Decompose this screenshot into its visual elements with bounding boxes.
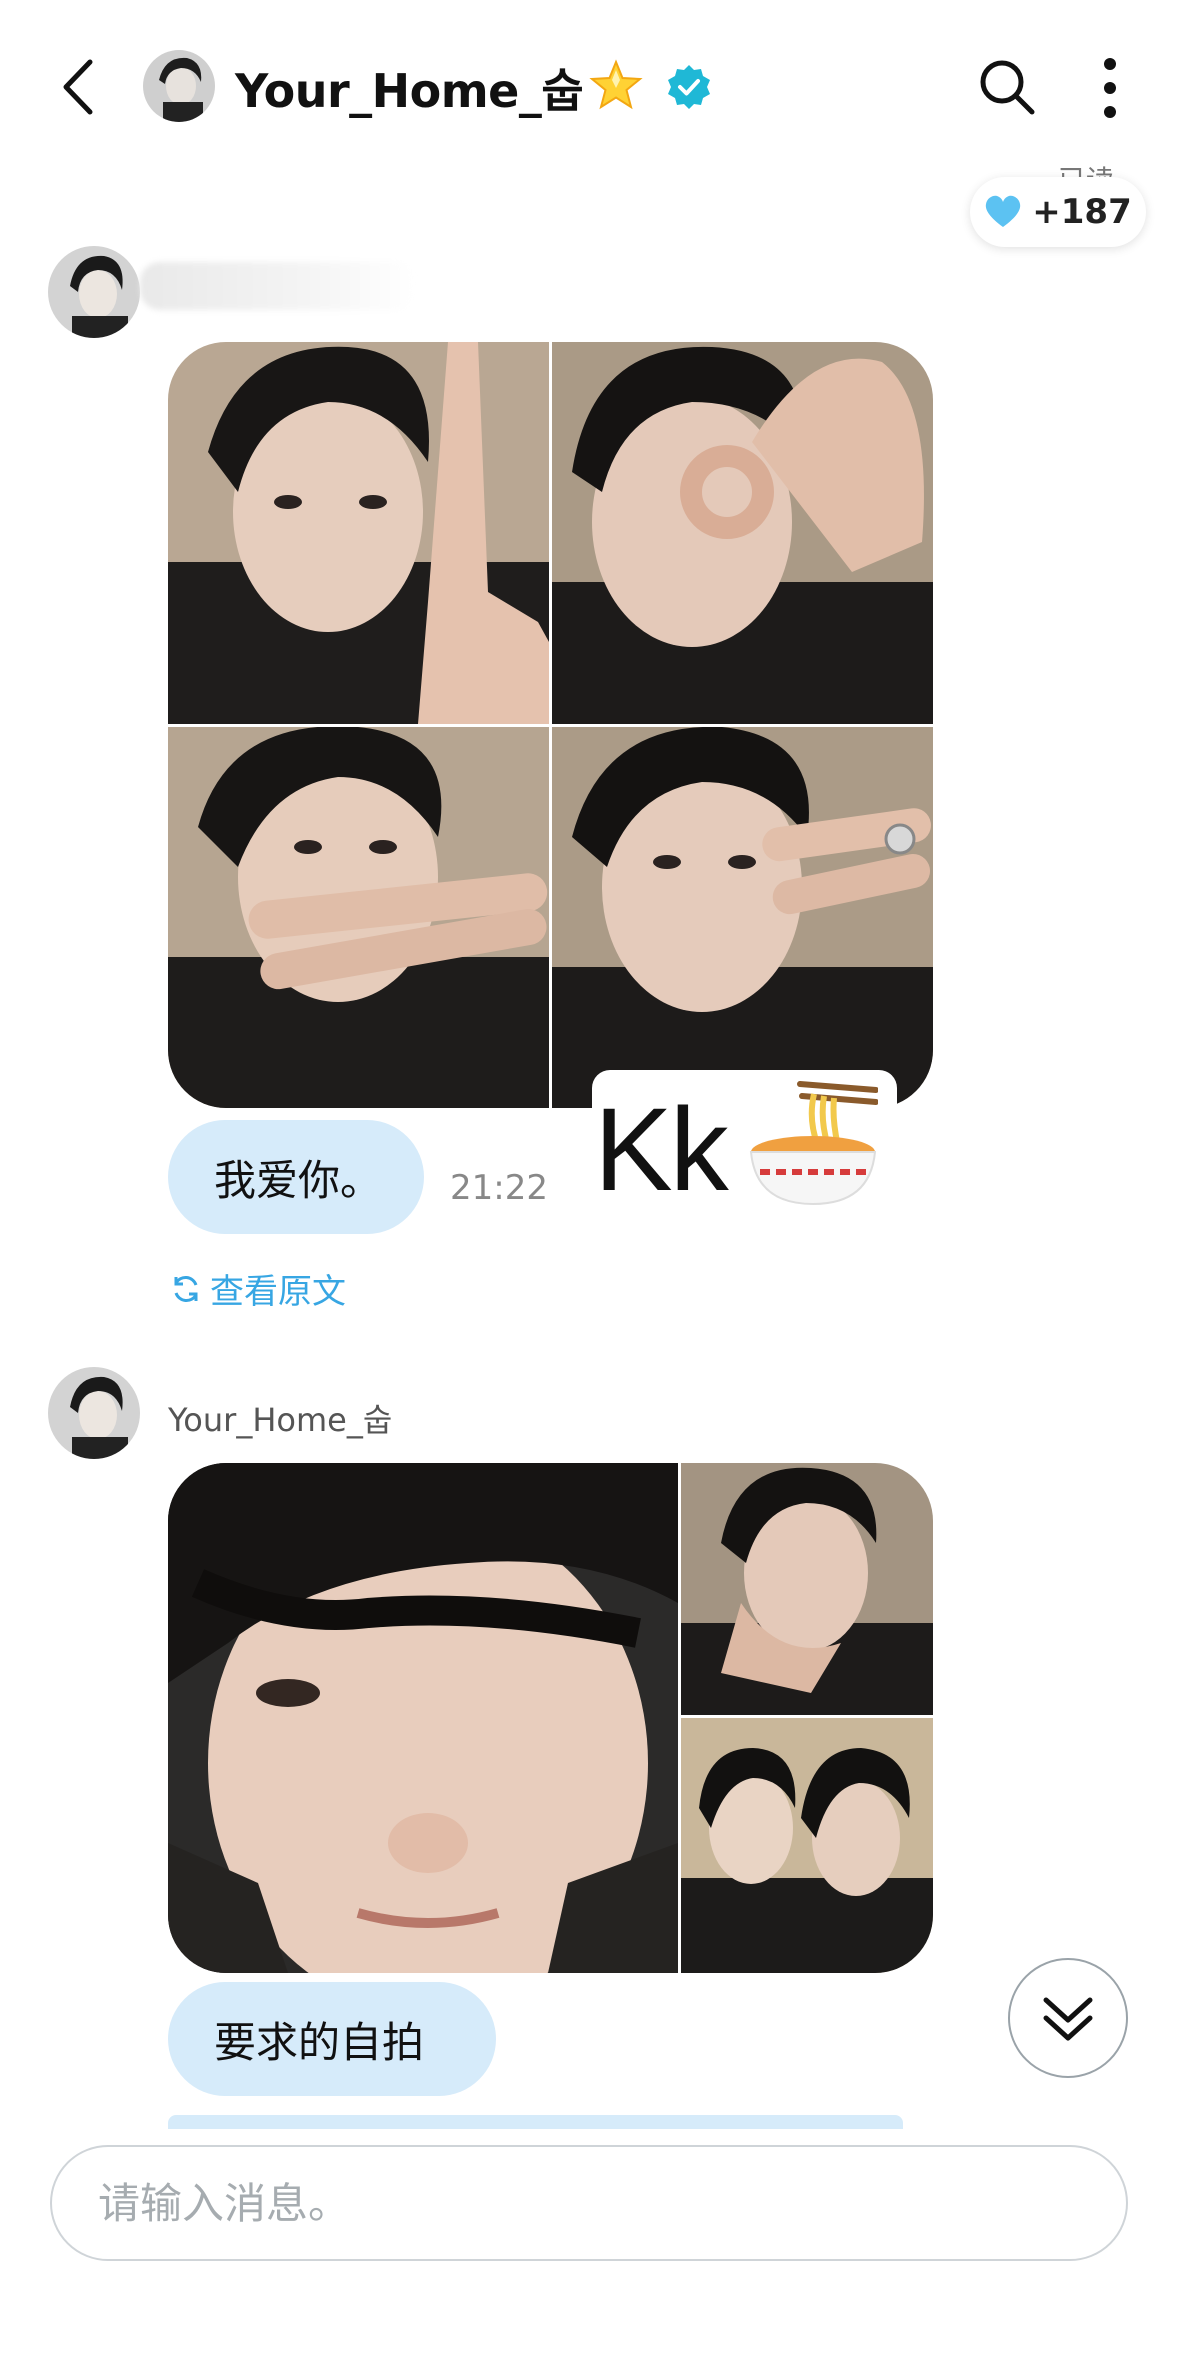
chevron-left-icon	[63, 59, 93, 115]
photo-grid	[168, 342, 933, 1108]
photo-grid	[168, 1463, 933, 1973]
message-bubble[interactable]: 要求的自拍	[168, 1982, 496, 2096]
ramen-bowl-icon	[749, 1081, 878, 1206]
sender-avatar[interactable]	[48, 246, 140, 338]
back-button[interactable]	[52, 52, 108, 122]
photo[interactable]	[168, 727, 549, 1108]
sender-name: Your_Home_숩	[168, 1401, 393, 1439]
view-original-label: 查看原文	[210, 1272, 346, 1312]
photo[interactable]	[681, 1718, 933, 1973]
verified-badge-icon	[668, 65, 710, 109]
double-chevron-down-icon	[1043, 1997, 1093, 2041]
more-options-button[interactable]	[1093, 55, 1127, 121]
page-title: Your_Home_숩	[235, 64, 584, 118]
blue-heart-icon	[986, 195, 1021, 227]
message-bubble[interactable]: 我爱你。	[168, 1120, 424, 1234]
header-avatar[interactable]	[143, 50, 215, 122]
sender-avatar[interactable]	[48, 1367, 140, 1459]
blurred-sender-name	[140, 262, 415, 310]
photo[interactable]	[681, 1463, 933, 1715]
likes-counter[interactable]: +187	[970, 177, 1146, 247]
message-time: 21:22	[450, 1168, 548, 1208]
chat-screen: Your_Home_숩 已读 +187	[0, 0, 1179, 2364]
scroll-to-bottom-button[interactable]	[1008, 1958, 1128, 2078]
glowing-star-icon	[589, 59, 643, 110]
message-input[interactable]	[98, 2178, 1126, 2228]
more-vertical-icon	[1104, 58, 1116, 118]
photo[interactable]	[552, 727, 933, 1108]
message-bubble-partial	[168, 2115, 903, 2129]
refresh-icon	[174, 1275, 198, 1302]
search-icon	[980, 60, 1035, 115]
search-button[interactable]	[975, 55, 1039, 119]
photo[interactable]	[552, 342, 933, 724]
photo[interactable]	[168, 342, 549, 724]
message-input-bar[interactable]	[50, 2145, 1128, 2261]
sticker-text: Kk	[594, 1084, 729, 1216]
photo[interactable]	[168, 1463, 678, 1973]
view-original-link[interactable]: 查看原文	[170, 1264, 346, 1313]
header: Your_Home_숩	[0, 0, 1179, 175]
likes-count: +187	[1032, 192, 1132, 232]
